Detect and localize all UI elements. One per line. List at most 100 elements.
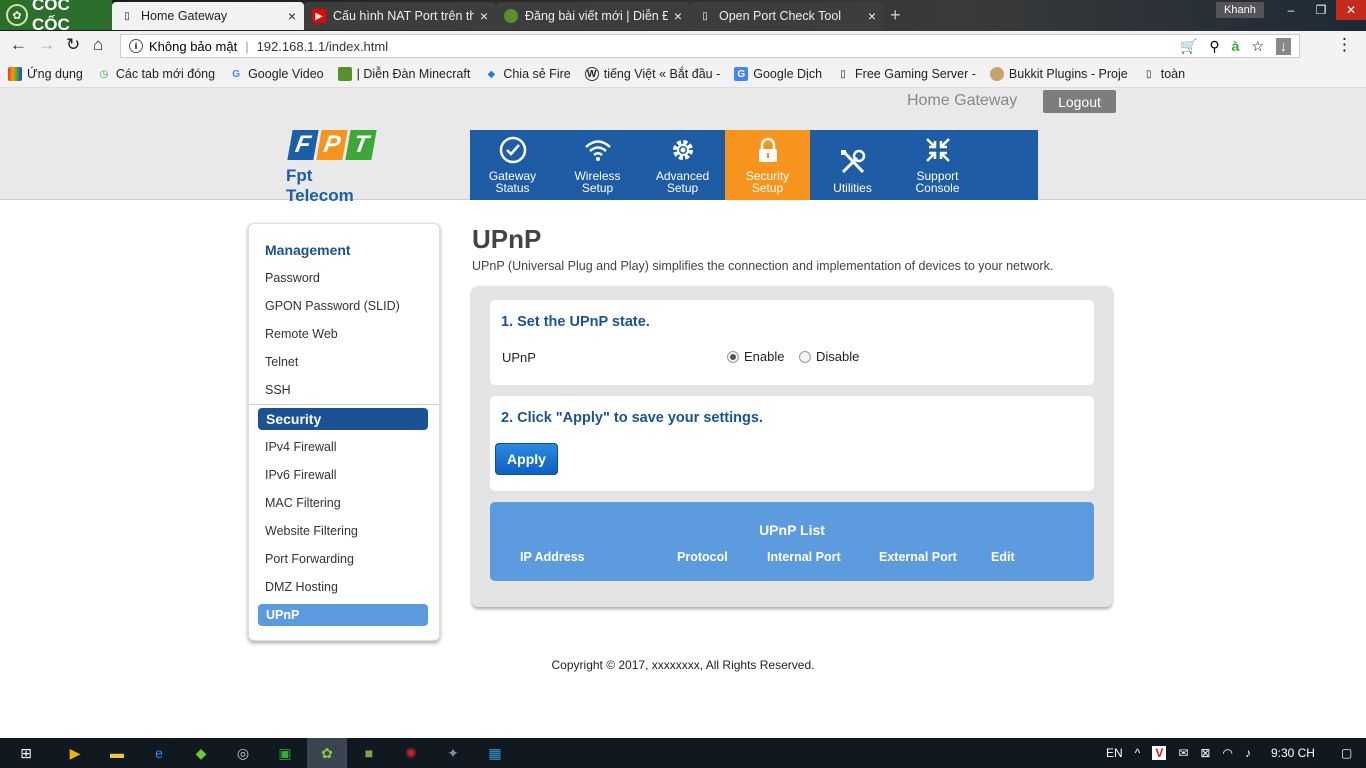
bookmark-google-video[interactable]: G Google Video: [229, 67, 323, 81]
sidebar-item-dmz-hosting[interactable]: DMZ Hosting: [265, 580, 338, 594]
upnp-list: UPnP List IP Address Protocol Internal P…: [490, 502, 1094, 581]
sidebar-item-password[interactable]: Password: [265, 271, 320, 285]
tray-network-warning-icon[interactable]: ⊠: [1200, 746, 1210, 760]
excel-icon[interactable]: ▣: [265, 738, 305, 768]
nav-gateway-status[interactable]: Gateway Status: [470, 130, 555, 200]
vietnamese-input-icon[interactable]: à: [1232, 38, 1240, 55]
page-icon: ▯: [840, 68, 846, 80]
forward-arrow-icon[interactable]: →: [38, 35, 55, 55]
tools-icon: [840, 149, 865, 174]
bookmark-chia-se-fire[interactable]: ◆ Chia sẻ Fire: [484, 67, 570, 81]
logout-button[interactable]: Logout: [1043, 90, 1116, 113]
close-icon[interactable]: ×: [480, 8, 488, 24]
tray-up-arrow-icon[interactable]: ^: [1135, 746, 1141, 760]
bookmark-dien-dan-minecraft[interactable]: | Diễn Đàn Minecraft: [337, 67, 470, 81]
bookmark-tieng-viet[interactable]: Wtiếng Việt « Bắt đầu -: [584, 67, 720, 81]
clock[interactable]: 9:30 CH: [1271, 746, 1315, 760]
download-icon[interactable]: ↓: [1276, 37, 1291, 55]
home-icon[interactable]: ⌂: [93, 35, 103, 55]
browser-tab-home-gateway[interactable]: ▯ Home Gateway ×: [112, 2, 304, 30]
edge-icon[interactable]: e: [139, 738, 179, 768]
page-title: UPnP: [472, 224, 542, 254]
browser-chrome: ✿ CỐC CỐC ▯ Home Gateway × ▶ Cấu hình NA…: [0, 0, 1366, 88]
sidebar-item-website-filtering[interactable]: Website Filtering: [265, 524, 358, 538]
browser-tab-dien-dan[interactable]: Đăng bài viết mới | Diễn Đ ×: [496, 2, 690, 30]
game-icon[interactable]: ✺: [391, 738, 431, 768]
language-indicator[interactable]: EN: [1106, 746, 1123, 760]
sidebar-item-remote-web[interactable]: Remote Web: [265, 327, 338, 341]
sidebar-item-mac-filtering[interactable]: MAC Filtering: [265, 496, 341, 510]
info-icon[interactable]: i: [129, 39, 143, 53]
sidebar-item-telnet[interactable]: Telnet: [265, 355, 298, 369]
nav-security-setup[interactable]: Security Setup: [725, 130, 810, 200]
tab-strip: ✿ CỐC CỐC ▯ Home Gateway × ▶ Cấu hình NA…: [0, 0, 1366, 34]
upnp-enable-radio[interactable]: Enable: [727, 349, 784, 364]
sidebar-heading-management: Management: [265, 242, 351, 258]
radio-selected-icon[interactable]: [727, 350, 739, 363]
history-icon: ◷: [99, 68, 109, 80]
sidebar-item-ssh[interactable]: SSH: [265, 383, 291, 397]
windows-start-icon[interactable]: ⊞: [6, 738, 46, 768]
app-icon[interactable]: ◆: [181, 738, 221, 768]
notification-icon[interactable]: ▢: [1341, 746, 1352, 760]
file-explorer-icon[interactable]: ▬: [97, 738, 137, 768]
coccoc-taskbar-icon[interactable]: ✿: [307, 738, 347, 768]
profile-name[interactable]: Khanh: [1216, 2, 1264, 18]
copyright: Copyright © 2017, xxxxxxxx, All Rights R…: [551, 658, 815, 672]
apply-button[interactable]: Apply: [495, 443, 558, 475]
windows-taskbar: ⊞ ▶ ▬ e ◆ ◎ ▣ ✿ ■ ✺ ✦ ▦ EN ^ V ✉ ⊠ ◠ ♪ 9…: [0, 738, 1366, 768]
window-close-icon[interactable]: ✕: [1336, 0, 1366, 20]
nav-support-console[interactable]: Support Console: [895, 130, 980, 200]
antivirus-icon[interactable]: V: [1152, 746, 1167, 760]
column-edit: Edit: [991, 550, 1015, 564]
sidebar-item-port-forwarding[interactable]: Port Forwarding: [265, 552, 354, 566]
close-icon[interactable]: ×: [288, 8, 296, 24]
logo-subtitle: Fpt Telecom: [286, 166, 354, 205]
back-arrow-icon[interactable]: ←: [10, 35, 27, 55]
sidebar-item-gpon-password[interactable]: GPON Password (SLID): [265, 299, 400, 313]
radio-unselected-icon[interactable]: [799, 350, 811, 363]
menu-icon[interactable]: ⋮: [1336, 35, 1353, 55]
nav-wireless-setup[interactable]: Wireless Setup: [555, 130, 640, 200]
address-bar[interactable]: i Không bảo mật | 192.168.1.1/index.html…: [120, 34, 1300, 58]
bookmark-bukkit-plugins[interactable]: Bukkit Plugins - Proje: [989, 67, 1128, 81]
sidebar-item-ipv4-firewall[interactable]: IPv4 Firewall: [265, 440, 337, 454]
key-icon[interactable]: ⚲: [1209, 38, 1219, 55]
nav-advanced-setup[interactable]: Advanced Setup: [640, 130, 725, 200]
upnp-panel: 1. Set the UPnP state. UPnP Enable Disab…: [472, 286, 1112, 607]
wifi-tray-icon[interactable]: ◠: [1222, 746, 1232, 760]
star-icon[interactable]: ☆: [1251, 38, 1264, 55]
cart-icon[interactable]: 🛒: [1180, 38, 1197, 55]
tray-tool-icon[interactable]: ✉: [1178, 746, 1188, 760]
bookmark-apps[interactable]: Ứng dụng: [8, 67, 83, 81]
url-text[interactable]: 192.168.1.1/index.html: [257, 39, 389, 54]
bookmark-toan[interactable]: ▯ toàn: [1142, 67, 1185, 81]
restore-icon[interactable]: ❐: [1306, 0, 1336, 20]
minecraft-taskbar-icon[interactable]: ■: [349, 738, 389, 768]
tab-label: Home Gateway: [141, 9, 228, 23]
minimize-icon[interactable]: –: [1276, 0, 1306, 20]
tab-label: Open Port Check Tool: [719, 9, 842, 23]
new-tab-plus-icon[interactable]: +: [890, 5, 901, 26]
terminal-icon[interactable]: ✦: [433, 738, 473, 768]
nav-utilities[interactable]: Utilities: [810, 130, 895, 200]
address-separator: |: [245, 38, 249, 54]
media-player-icon[interactable]: ▶: [55, 738, 95, 768]
steam-icon[interactable]: ◎: [223, 738, 263, 768]
browser-brand[interactable]: ✿ CỐC CỐC: [0, 0, 112, 34]
browser-tab-nat-port[interactable]: ▶ Cấu hình NAT Port trên th ×: [304, 2, 496, 30]
web-page: Home Gateway Logout F P T Fpt Telecom Ga…: [0, 88, 1366, 738]
upnp-disable-radio[interactable]: Disable: [799, 349, 859, 364]
close-icon[interactable]: ×: [868, 8, 876, 24]
bookmark-google-dich[interactable]: G Google Dịch: [734, 67, 822, 81]
volume-icon[interactable]: ♪: [1245, 746, 1251, 760]
window-app-icon[interactable]: ▦: [475, 738, 515, 768]
sidebar-item-ipv6-firewall[interactable]: IPv6 Firewall: [265, 468, 337, 482]
bookmark-free-gaming-server[interactable]: ▯ Free Gaming Server -: [836, 67, 976, 81]
reload-icon[interactable]: ↻: [66, 35, 80, 55]
close-icon[interactable]: ×: [674, 8, 682, 24]
browser-tab-open-port-check[interactable]: ▯ Open Port Check Tool ×: [690, 2, 884, 30]
sidebar-heading-security[interactable]: Security: [258, 408, 428, 430]
bookmark-recent-tabs[interactable]: ◷ Các tab mới đóng: [97, 67, 215, 81]
sidebar-item-upnp[interactable]: UPnP: [258, 604, 428, 626]
